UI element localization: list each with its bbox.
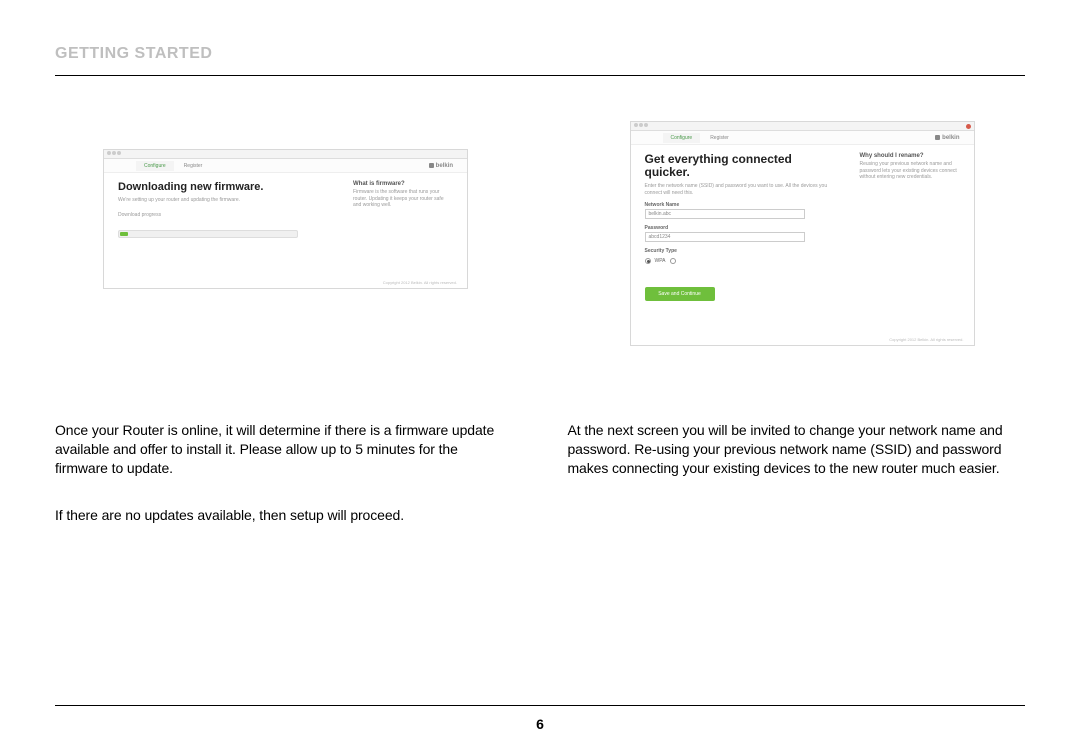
screenshot-footer: Copyright 2012 Belkin. All rights reserv… [383, 280, 457, 285]
password-field: abcd1234 [645, 232, 805, 242]
body-paragraph: Once your Router is online, it will dete… [55, 421, 513, 478]
screenshot-firmware-download: Configure Register belkin Downloading ne… [103, 149, 468, 289]
save-continue-button: Save and Continue [645, 287, 715, 301]
column-right: Configure Register belkin Get everything… [568, 121, 1026, 525]
tab-item [645, 133, 661, 143]
column-left: Configure Register belkin Downloading ne… [55, 121, 513, 525]
sidebar-text: Firmware is the software that runs your … [353, 189, 453, 209]
browser-chrome-bar [104, 150, 467, 159]
progress-bar [118, 230, 298, 238]
radio-icon [645, 258, 651, 264]
divider-top [55, 75, 1025, 76]
radio-option: WPA [655, 258, 666, 264]
helper-text [645, 270, 840, 277]
brand-logo: belkin [429, 163, 453, 169]
section-heading: GETTING STARTED [55, 45, 1025, 63]
screenshot-network-setup: Configure Register belkin Get everything… [630, 121, 975, 346]
screenshot-subtext: We're setting up your router and updatin… [118, 197, 333, 204]
network-name-field: belkin.abc [645, 209, 805, 219]
brand-logo: belkin [935, 135, 959, 141]
page-number: 6 [0, 716, 1080, 732]
sidebar-heading: Why should I rename? [860, 153, 960, 159]
body-paragraph: If there are no updates available, then … [55, 506, 513, 525]
browser-chrome-bar [631, 122, 974, 131]
body-paragraph: At the next screen you will be invited t… [568, 421, 1026, 478]
close-icon [966, 124, 971, 129]
field-label: Password [645, 225, 840, 231]
tab-item: Register [702, 133, 737, 143]
progress-label: Download progress [118, 212, 333, 219]
sidebar-text: Reusing your previous network name and p… [860, 161, 960, 181]
tab-item: Configure [136, 161, 174, 171]
tab-item [118, 161, 134, 171]
screenshot-subtext: Enter the network name (SSID) and passwo… [645, 183, 840, 196]
field-label: Network Name [645, 202, 840, 208]
tab-item: Configure [663, 133, 701, 143]
radio-icon [670, 258, 676, 264]
screenshot-heading: Get everything connected quicker. [645, 153, 840, 179]
tab-item: Register [176, 161, 211, 171]
field-label: Security Type [645, 248, 840, 254]
screenshot-footer: Copyright 2012 Belkin. All rights reserv… [889, 337, 963, 342]
divider-bottom [55, 705, 1025, 706]
screenshot-heading: Downloading new firmware. [118, 181, 333, 193]
sidebar-heading: What is firmware? [353, 181, 453, 187]
